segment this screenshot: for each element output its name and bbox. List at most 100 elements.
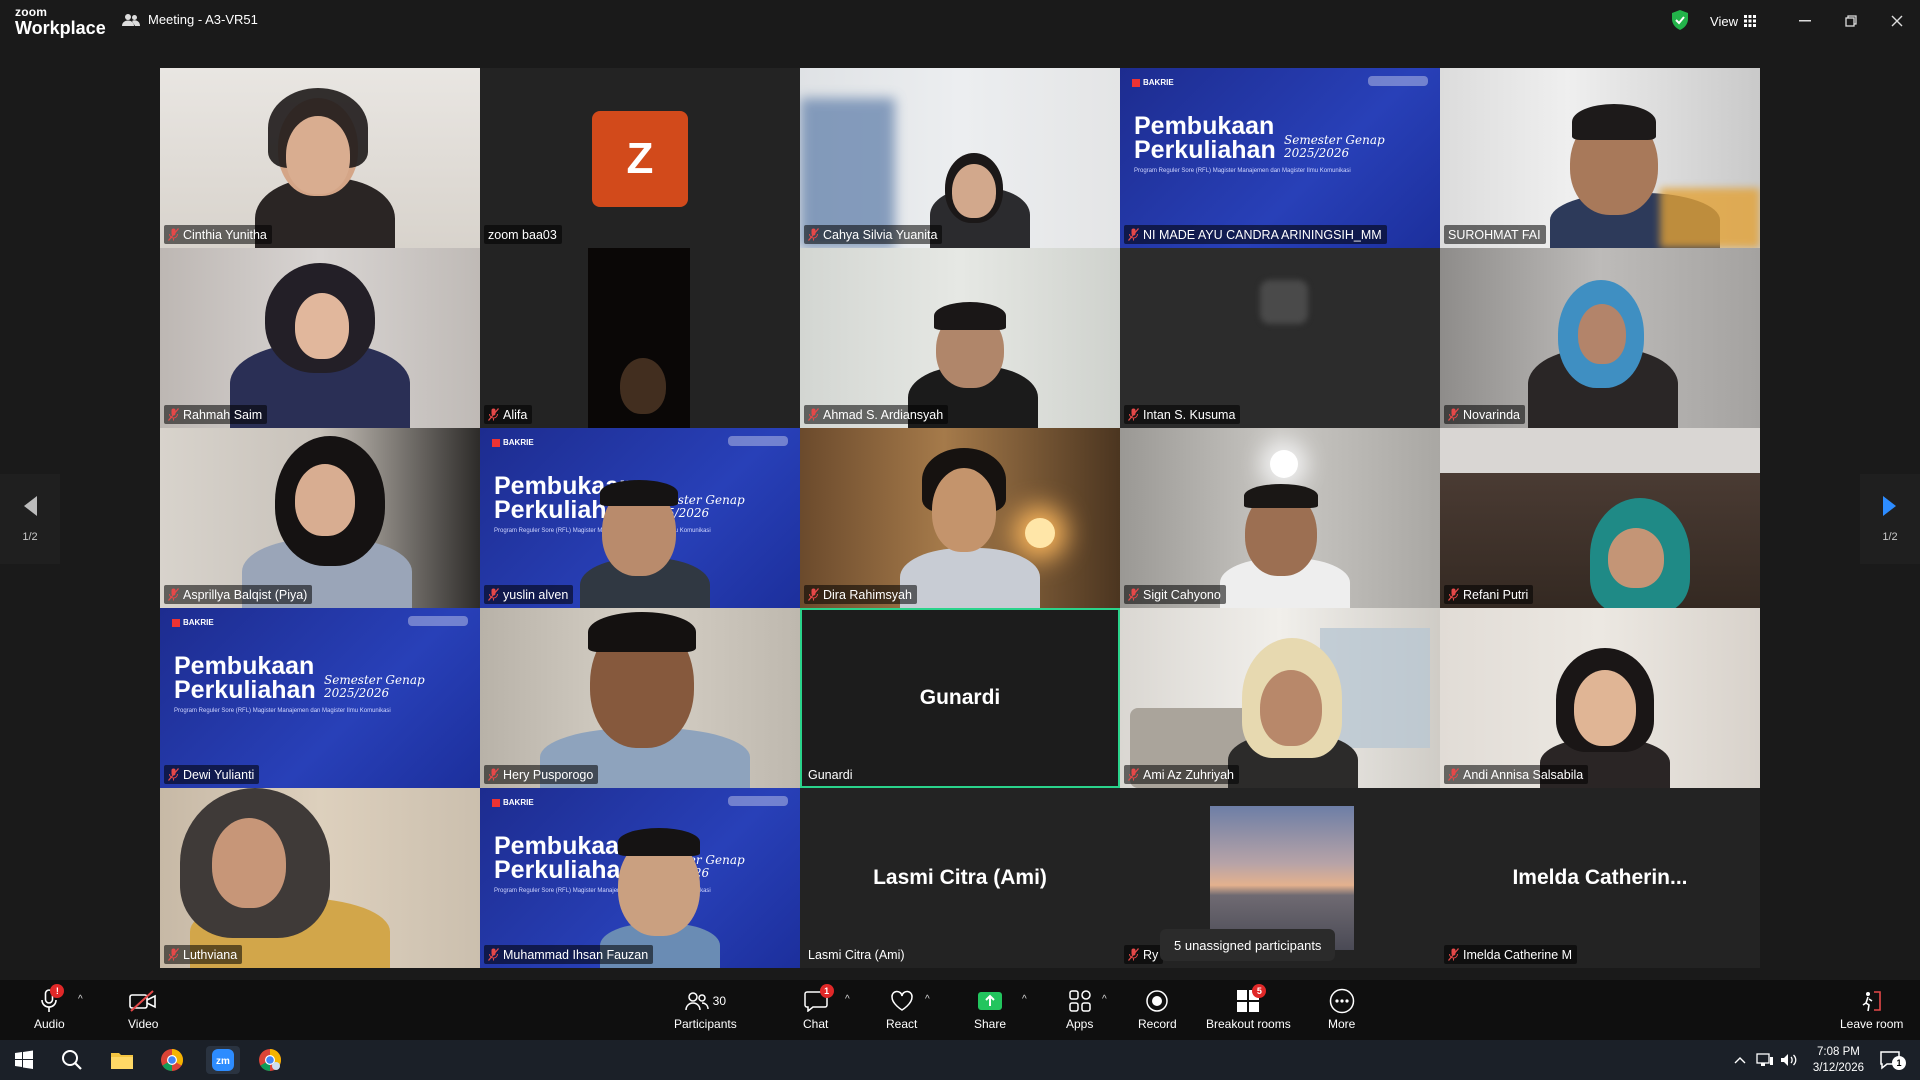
notification-icon[interactable]: 1 xyxy=(1876,1046,1906,1074)
participant-display-name: Gunardi xyxy=(919,686,1001,709)
react-options-caret-icon[interactable]: ^ xyxy=(925,994,930,1005)
participants-options-caret-icon[interactable]: ^ xyxy=(845,994,850,1005)
video-tile[interactable]: Z zoom baa03 xyxy=(480,68,800,248)
video-tile[interactable]: Hery Pusporogo xyxy=(480,608,800,788)
apps-options-caret-icon[interactable]: ^ xyxy=(1102,994,1107,1005)
participant-name-tag: Hery Pusporogo xyxy=(484,765,599,784)
video-tile[interactable]: Cahya Silvia Yuanita xyxy=(800,68,1120,248)
video-off-icon xyxy=(129,990,157,1012)
muted-mic-icon xyxy=(168,228,179,241)
chat-unread-badge: 1 xyxy=(819,984,834,998)
presentation-background: BAKRIE PembukaanPerkuliahan Semester Gen… xyxy=(480,428,800,608)
participants-group-icon xyxy=(122,13,140,26)
video-button[interactable]: Video xyxy=(128,988,158,1031)
video-tile[interactable]: Dira Rahimsyah xyxy=(800,428,1120,608)
audio-warning-badge: ! xyxy=(50,984,65,998)
muted-mic-icon xyxy=(1448,588,1459,601)
breakout-badge: 5 xyxy=(1252,984,1267,998)
windows-start-icon[interactable] xyxy=(10,1046,38,1074)
participant-name-tag: Cahya Silvia Yuanita xyxy=(804,225,943,244)
close-icon[interactable] xyxy=(1886,10,1908,32)
chrome-profile-icon[interactable] xyxy=(256,1046,284,1074)
page-indicator-left: 1/2 xyxy=(22,531,38,543)
title-bar: zoom Workplace Meeting - A3-VR51 View xyxy=(0,0,1920,44)
video-tile[interactable]: BAKRIE PembukaanPerkuliahan Semester Gen… xyxy=(1120,68,1440,248)
muted-mic-icon xyxy=(168,948,179,961)
active-speaker-tile[interactable]: Gunardi Gunardi xyxy=(800,608,1120,788)
participant-name-tag: Ahmad S. Ardiansyah xyxy=(804,405,949,424)
video-tile[interactable]: Sigit Cahyono xyxy=(1120,428,1440,608)
video-tile[interactable]: Luthviana xyxy=(160,788,480,968)
file-explorer-icon[interactable] xyxy=(108,1046,136,1074)
participant-video xyxy=(1440,248,1760,428)
audio-button[interactable]: ! Audio xyxy=(34,984,65,1031)
participants-count: 30 xyxy=(712,994,727,1008)
tray-expand-icon[interactable] xyxy=(1730,1046,1750,1074)
search-icon[interactable] xyxy=(58,1046,86,1074)
video-tile[interactable]: Asprillya Balqist (Piya) xyxy=(160,428,480,608)
participant-name-tag: Lasmi Citra (Ami) xyxy=(808,947,905,962)
restore-icon[interactable] xyxy=(1840,10,1862,32)
muted-mic-icon xyxy=(808,228,819,241)
video-tile[interactable]: Ami Az Zuhriyah xyxy=(1120,608,1440,788)
video-tile[interactable]: Andi Annisa Salsabila xyxy=(1440,608,1760,788)
video-tile[interactable]: Ahmad S. Ardiansyah xyxy=(800,248,1120,428)
video-tile[interactable]: Rahmah Saim xyxy=(160,248,480,428)
share-button[interactable]: Share xyxy=(974,988,1006,1031)
chat-button[interactable]: 1 Chat xyxy=(803,984,834,1031)
audio-options-caret-icon[interactable]: ^ xyxy=(78,994,83,1005)
minimize-icon[interactable] xyxy=(1794,10,1816,32)
meeting-title[interactable]: Meeting - A3-VR51 xyxy=(122,12,258,27)
muted-mic-icon xyxy=(488,408,499,421)
next-page-button[interactable]: 1/2 xyxy=(1860,474,1920,564)
react-button[interactable]: React xyxy=(886,988,917,1031)
zoom-taskbar-icon[interactable]: zm xyxy=(206,1046,240,1074)
participant-name-tag: Novarinda xyxy=(1444,405,1525,424)
video-tile[interactable]: Cinthia Yunitha xyxy=(160,68,480,248)
participant-video xyxy=(1120,428,1440,608)
view-button[interactable]: View xyxy=(1700,8,1766,34)
encryption-shield-icon[interactable] xyxy=(1670,9,1690,31)
participant-name-tag: Gunardi xyxy=(808,767,853,782)
participant-name-tag: yuslin alven xyxy=(484,585,574,604)
video-tile[interactable]: BAKRIE PembukaanPerkuliahan Semester Gen… xyxy=(480,428,800,608)
windows-taskbar: zm 7:08 PM 3/12/2026 1 xyxy=(0,1040,1920,1080)
video-tile[interactable]: Refani Putri xyxy=(1440,428,1760,608)
apps-button[interactable]: Apps xyxy=(1066,988,1093,1031)
participant-name-tag: Luthviana xyxy=(164,945,243,964)
video-tile[interactable]: Alifa xyxy=(480,248,800,428)
svg-text:zm: zm xyxy=(216,1056,230,1067)
video-tile[interactable]: BAKRIE PembukaanPerkuliahan Semester Gen… xyxy=(160,608,480,788)
video-tile[interactable]: Lasmi Citra (Ami) Lasmi Citra (Ami) xyxy=(800,788,1120,968)
participant-video xyxy=(160,68,480,248)
participants-button[interactable]: 30 Participants xyxy=(674,988,737,1031)
chrome-icon[interactable] xyxy=(158,1046,186,1074)
participant-name-tag: SUROHMAT FAI xyxy=(1444,225,1546,244)
volume-icon[interactable] xyxy=(1778,1046,1800,1074)
participant-display-name: Lasmi Citra (Ami) xyxy=(873,866,1047,889)
participant-name-tag: Asprillya Balqist (Piya) xyxy=(164,585,313,604)
video-tile[interactable]: BAKRIE PembukaanPerkuliahan Semester Gen… xyxy=(480,788,800,968)
video-tile[interactable]: Novarinda xyxy=(1440,248,1760,428)
participants-icon xyxy=(684,992,709,1011)
leave-room-button[interactable]: Leave room xyxy=(1840,988,1903,1031)
more-button[interactable]: More xyxy=(1328,988,1355,1031)
video-tile[interactable]: Intan S. Kusuma xyxy=(1120,248,1440,428)
network-icon[interactable] xyxy=(1754,1046,1776,1074)
muted-mic-icon xyxy=(1128,768,1139,781)
video-tile[interactable]: SUROHMAT FAI xyxy=(1440,68,1760,248)
taskbar-clock[interactable]: 7:08 PM 3/12/2026 xyxy=(1813,1044,1864,1076)
view-label: View xyxy=(1710,13,1738,29)
muted-mic-icon xyxy=(488,588,499,601)
record-button[interactable]: Record xyxy=(1138,988,1177,1031)
breakout-rooms-button[interactable]: 5 Breakout rooms xyxy=(1206,984,1291,1031)
muted-mic-icon xyxy=(1448,948,1459,961)
share-options-caret-icon[interactable]: ^ xyxy=(1022,994,1027,1005)
video-tile[interactable]: Imelda Catherin... Imelda Catherine M xyxy=(1440,788,1760,968)
participant-name-tag: Ami Az Zuhriyah xyxy=(1124,765,1240,784)
participant-video xyxy=(160,788,480,968)
participant-video xyxy=(1440,608,1760,788)
muted-mic-icon xyxy=(168,408,179,421)
previous-page-button[interactable]: 1/2 xyxy=(0,474,60,564)
muted-mic-icon xyxy=(808,588,819,601)
